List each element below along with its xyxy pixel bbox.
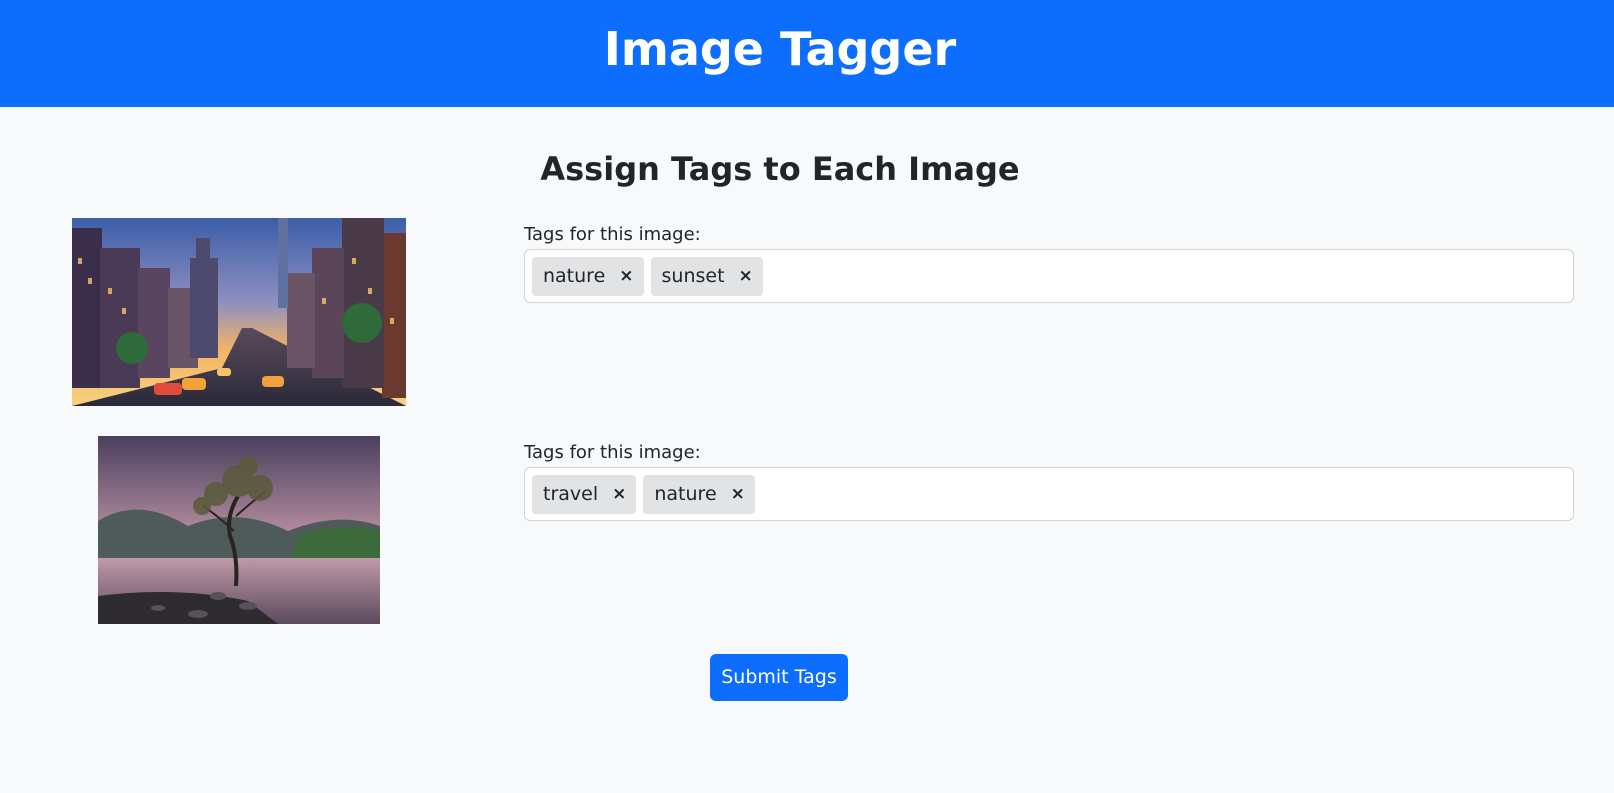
tag-text: travel xyxy=(543,482,599,505)
city-street-image xyxy=(72,218,406,406)
remove-tag-icon[interactable]: × xyxy=(612,475,626,514)
page-heading: Assign Tags to Each Image xyxy=(540,150,1020,188)
tag-text: nature xyxy=(543,264,606,287)
tag-chip: sunset × xyxy=(650,256,763,296)
tag-chip: travel × xyxy=(532,474,637,514)
tag-chip: nature × xyxy=(532,256,644,296)
app-title: Image Tagger xyxy=(603,22,957,76)
app-header: Image Tagger xyxy=(0,0,1614,107)
tag-text: sunset xyxy=(661,264,725,287)
tags-input-image-2[interactable]: travel × nature × xyxy=(524,467,1574,521)
remove-tag-icon[interactable]: × xyxy=(739,257,753,296)
remove-tag-icon[interactable]: × xyxy=(731,475,745,514)
tags-input-image-1[interactable]: nature × sunset × xyxy=(524,249,1574,303)
tags-label-image-1: Tags for this image: xyxy=(524,224,701,245)
tag-text-field[interactable] xyxy=(761,474,1566,514)
tags-label-image-2: Tags for this image: xyxy=(524,442,701,463)
submit-tags-button[interactable]: Submit Tags xyxy=(710,654,848,701)
tag-chip: nature × xyxy=(643,474,755,514)
remove-tag-icon[interactable]: × xyxy=(619,257,633,296)
tag-text-field[interactable] xyxy=(769,256,1566,296)
lake-tree-image xyxy=(98,436,380,624)
tag-text: nature xyxy=(654,482,717,505)
